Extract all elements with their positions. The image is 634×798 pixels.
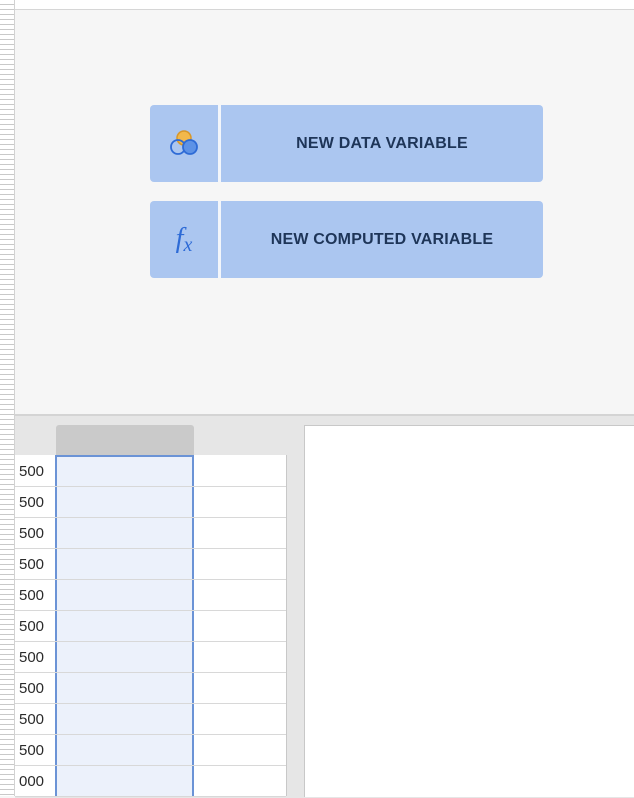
table-row[interactable]: 500 xyxy=(15,704,286,735)
row-value: 500 xyxy=(19,525,45,542)
table-row[interactable]: 000 xyxy=(15,766,286,797)
row-value: 500 xyxy=(19,463,45,480)
row-value: 000 xyxy=(19,773,45,790)
column-header[interactable] xyxy=(56,425,194,455)
row-value: 500 xyxy=(19,618,45,635)
top-border xyxy=(0,0,634,10)
fx-icon: fx xyxy=(176,223,193,257)
table-row[interactable]: 500 xyxy=(15,580,286,611)
row-value: 500 xyxy=(19,711,45,728)
row-value: 500 xyxy=(19,649,45,666)
row-value: 500 xyxy=(19,680,45,697)
row-value: 500 xyxy=(19,556,45,573)
venn-circles-icon xyxy=(170,129,198,155)
table-row[interactable]: 500 xyxy=(15,611,286,642)
table-row[interactable]: 500 xyxy=(15,487,286,518)
row-value: 500 xyxy=(19,587,45,604)
left-ruler xyxy=(0,0,15,796)
fx-icon-sub: x xyxy=(183,233,193,256)
row-value: 500 xyxy=(19,494,45,511)
new-computed-variable-button[interactable]: fx NEW COMPUTED VARIABLE xyxy=(150,201,543,278)
right-panel xyxy=(304,425,634,797)
new-data-variable-label: NEW DATA VARIABLE xyxy=(296,134,468,152)
new-computed-variable-label: NEW COMPUTED VARIABLE xyxy=(270,230,494,248)
table-row[interactable]: 500 xyxy=(15,518,286,549)
table-row[interactable]: 500 xyxy=(15,673,286,704)
row-value: 500 xyxy=(19,742,45,759)
table-row[interactable]: 500 xyxy=(15,642,286,673)
new-data-variable-button[interactable]: NEW DATA VARIABLE xyxy=(150,105,543,182)
data-variable-icon-cell xyxy=(150,105,221,182)
table-row[interactable]: 500 xyxy=(15,549,286,580)
table-row[interactable]: 500 xyxy=(15,456,286,487)
table-row[interactable]: 500 xyxy=(15,735,286,766)
computed-variable-icon-cell: fx xyxy=(150,201,221,278)
